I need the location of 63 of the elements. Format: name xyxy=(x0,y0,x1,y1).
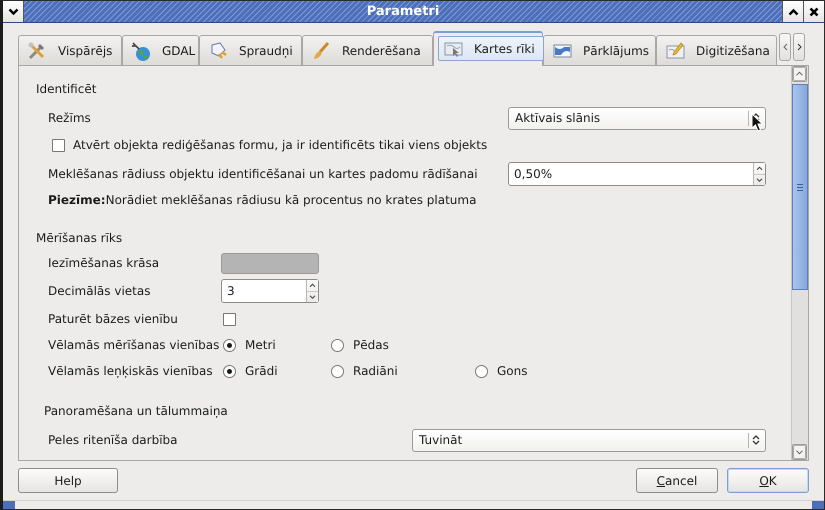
window-title: Parametri xyxy=(366,3,440,21)
radio-label: Pēdas xyxy=(353,338,389,352)
radio-button[interactable] xyxy=(223,338,236,352)
spin-box[interactable]: 3 xyxy=(221,279,319,303)
radio-label: Metri xyxy=(245,338,276,352)
tab[interactable]: Pārklājums xyxy=(543,35,656,65)
window-menu-button[interactable] xyxy=(3,1,24,22)
tab[interactable]: Kartes rīki xyxy=(433,31,543,66)
close-icon xyxy=(809,6,819,16)
chevron-left-icon xyxy=(782,43,788,51)
tab[interactable]: Renderēšana xyxy=(302,35,433,65)
window-frame-corner xyxy=(3,501,15,509)
scroll-down-button[interactable] xyxy=(792,444,807,460)
field-label: Vēlamās leņķiskās vienības xyxy=(48,364,213,378)
tab[interactable]: GDAL xyxy=(122,35,199,65)
dialog-button[interactable]: Help xyxy=(18,468,118,493)
dialog-button[interactable]: OK xyxy=(727,468,809,493)
chevron-down-icon xyxy=(8,8,18,16)
field-label: Režīms xyxy=(48,111,91,125)
checkbox[interactable] xyxy=(223,312,236,326)
close-button[interactable] xyxy=(803,1,824,22)
field-label: Vēlamās mērīšanas vienības xyxy=(48,338,220,352)
step-down-button[interactable] xyxy=(754,174,765,185)
brush-icon xyxy=(311,40,332,60)
globe-icon xyxy=(131,40,152,60)
field-label: Decimālās vietas xyxy=(48,284,150,298)
mouse-pointer-icon xyxy=(751,112,764,132)
tab-scroll-left-button[interactable] xyxy=(779,33,791,61)
spin-box[interactable]: 0,50% xyxy=(508,162,766,186)
field-label: Iezīmēšanas krāsa xyxy=(48,256,160,270)
field-label: Meklēšanas rādiuss objektu identificēšanai un kartes padomu rādīšanai xyxy=(48,167,478,181)
radio-label: Gons xyxy=(497,364,528,378)
radio-label: Grādi xyxy=(245,364,278,378)
checkbox-label: Atvērt objekta rediģēšanas formu, ja ir identificēts tikai viens objekts xyxy=(73,138,488,152)
step-down-button[interactable] xyxy=(307,290,318,302)
window-frame-corner xyxy=(812,501,824,509)
dropdown[interactable]: Aktīvais slānis xyxy=(508,106,766,130)
scrollbar-thumb[interactable] xyxy=(792,84,808,290)
radio-button[interactable] xyxy=(475,364,488,378)
color-button[interactable] xyxy=(221,252,319,274)
chevron-right-icon xyxy=(796,43,802,51)
radio-button[interactable] xyxy=(331,364,344,378)
map-pencil-icon xyxy=(665,40,686,60)
field-label: Paturēt bāzes vienību xyxy=(48,312,178,326)
scroll-up-button[interactable] xyxy=(792,66,807,82)
section-heading: Panoramēšana un tālummaiņa xyxy=(44,404,228,418)
dropdown[interactable]: Tuvināt xyxy=(412,428,766,452)
field-label: Peles ritenīša darbība xyxy=(48,433,178,447)
radio-label: Radiāni xyxy=(353,364,398,378)
radio-button[interactable] xyxy=(223,364,236,378)
chevron-up-icon xyxy=(788,8,798,16)
tab-scroll-right-button[interactable] xyxy=(793,33,805,61)
tab[interactable]: Spraudņi xyxy=(199,35,302,65)
note-text: Piezīme:Norādiet meklēšanas rādiusu kā procentus no krates platuma xyxy=(48,193,476,207)
maximize-button[interactable] xyxy=(782,1,803,22)
dialog-button[interactable]: Cancel xyxy=(636,468,718,493)
tab[interactable]: Digitizēšana xyxy=(656,35,777,65)
updown-arrow-icon xyxy=(752,434,760,446)
checkbox[interactable] xyxy=(52,138,65,152)
section-heading: Identificēt xyxy=(36,82,96,96)
section-heading: Mērīšanas rīks xyxy=(36,231,122,245)
tab[interactable]: Vispārējs xyxy=(18,35,122,65)
radio-button[interactable] xyxy=(331,338,344,352)
